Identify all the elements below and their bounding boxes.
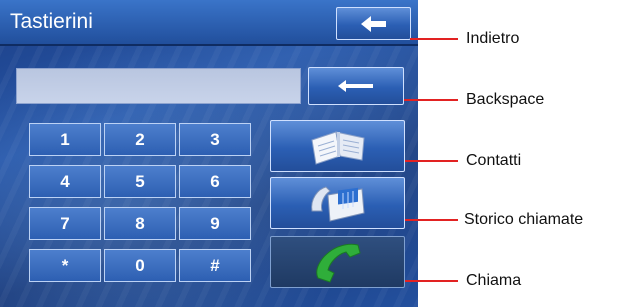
number-display [16,68,301,104]
callout-back: Indietro [466,30,520,47]
phone-handset-icon [315,243,361,283]
back-button[interactable] [336,7,411,40]
back-arrow-icon [360,15,386,32]
backspace-button[interactable] [308,67,404,105]
key-2[interactable]: 2 [104,123,176,156]
key-3[interactable]: 3 [179,123,251,156]
key-4[interactable]: 4 [29,165,101,198]
key-5[interactable]: 5 [104,165,176,198]
keypad-screen: Tastierini 1 2 3 4 5 6 7 8 9 * 0 # [0,0,418,307]
callout-line-contacts [405,160,458,162]
key-7[interactable]: 7 [29,207,101,240]
callout-line-backspace [404,99,458,101]
key-1[interactable]: 1 [29,123,101,156]
key-6[interactable]: 6 [179,165,251,198]
call-history-button[interactable] [270,177,405,229]
key-hash[interactable]: # [179,249,251,282]
key-star[interactable]: * [29,249,101,282]
callout-history: Storico chiamate [464,211,584,228]
page-title: Tastierini [10,10,93,33]
callout-line-call [405,280,458,282]
key-8[interactable]: 8 [104,207,176,240]
callout-backspace: Backspace [466,91,545,108]
desk-phone-icon [310,186,365,222]
callout-line-history [405,219,458,221]
key-9[interactable]: 9 [179,207,251,240]
callout-contacts: Contatti [466,152,522,169]
callout-line-back [410,38,458,40]
call-button[interactable] [270,236,405,288]
backspace-arrow-icon [338,80,373,92]
key-0[interactable]: 0 [104,249,176,282]
address-book-icon [310,131,365,165]
callout-call: Chiama [466,272,522,289]
contacts-button[interactable] [270,120,405,172]
